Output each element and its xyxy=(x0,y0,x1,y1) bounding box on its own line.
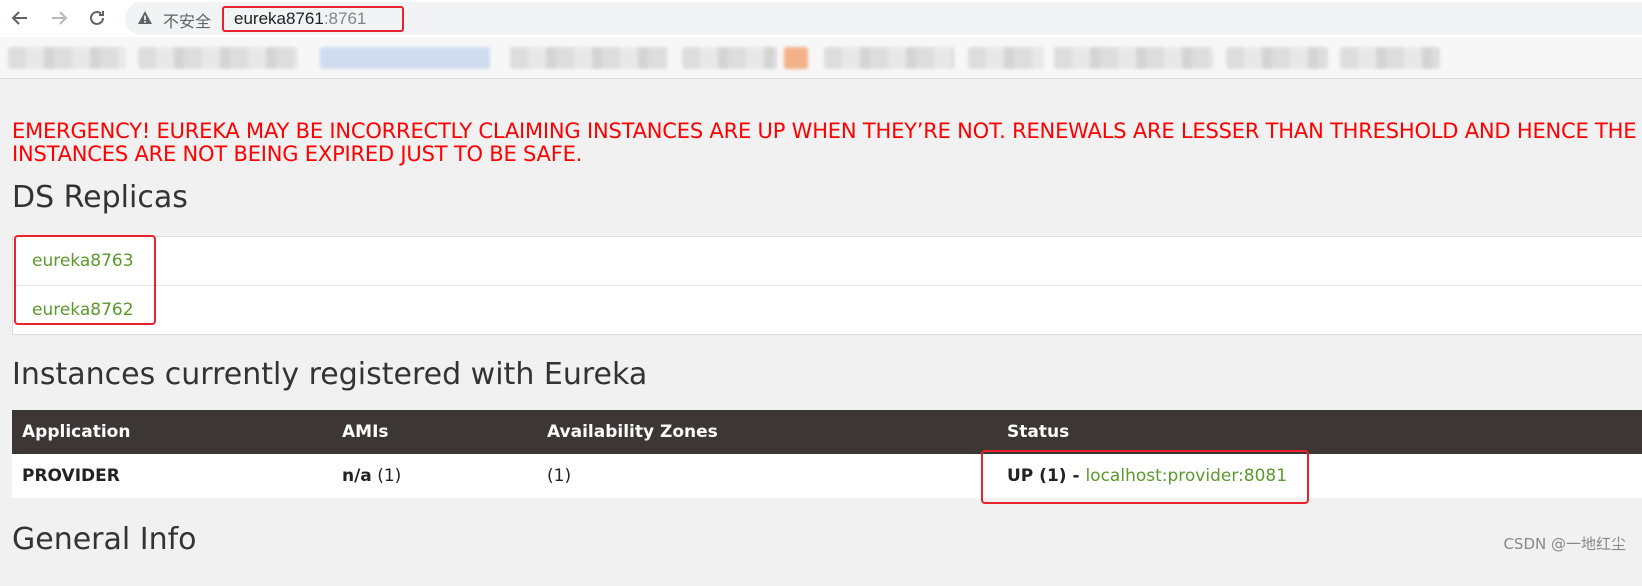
browser-toolbar: 不安全 eureka8761:8761 xyxy=(0,0,1642,37)
column-header-application: Application xyxy=(12,410,332,454)
bookmark-item-blurred[interactable] xyxy=(1226,47,1328,69)
bookmarks-bar xyxy=(0,37,1642,79)
emergency-line-2: INSTANCES ARE NOT BEING EXPIRED JUST TO … xyxy=(12,142,583,166)
reload-button[interactable] xyxy=(85,6,109,30)
reload-icon xyxy=(90,10,104,25)
column-header-zones: Availability Zones xyxy=(537,410,997,454)
amis-value: n/a xyxy=(342,466,372,486)
bookmark-item-blurred[interactable] xyxy=(682,47,777,69)
url-port: :8761 xyxy=(323,9,367,28)
replicas-list: eureka8763 eureka8762 xyxy=(12,236,1642,335)
instances-heading: Instances currently registered with Eure… xyxy=(12,357,648,392)
arrow-left-icon xyxy=(11,11,27,25)
bookmark-item-blurred[interactable] xyxy=(8,47,126,69)
ds-replicas-heading: DS Replicas xyxy=(12,180,188,215)
table-header-row: Application AMIs Availability Zones Stat… xyxy=(12,410,1642,454)
table-row: PROVIDER n/a (1) (1) UP (1) - localhost:… xyxy=(12,454,1642,498)
bookmark-item-blurred[interactable] xyxy=(138,47,298,69)
bookmark-icon-blurred[interactable] xyxy=(784,47,808,69)
bookmark-item-blurred[interactable] xyxy=(824,47,954,69)
bookmark-item-blurred[interactable] xyxy=(320,47,490,69)
forward-button[interactable] xyxy=(47,6,71,30)
watermark: CSDN @一地红尘 xyxy=(1503,535,1626,553)
url-host: eureka8761 xyxy=(234,9,324,28)
bookmark-item-blurred[interactable] xyxy=(1054,47,1214,69)
cell-amis: n/a (1) xyxy=(332,454,537,498)
list-item: eureka8762 xyxy=(13,286,1642,334)
status-highlight-box xyxy=(981,450,1309,504)
bookmark-item-blurred[interactable] xyxy=(1340,47,1440,69)
emergency-warning: EMERGENCY! EUREKA MAY BE INCORRECTLY CLA… xyxy=(12,120,1642,166)
emergency-line-1: EMERGENCY! EUREKA MAY BE INCORRECTLY CLA… xyxy=(12,119,1637,143)
column-header-amis: AMIs xyxy=(332,410,537,454)
bookmark-item-blurred[interactable] xyxy=(510,47,668,69)
cell-zones: (1) xyxy=(537,454,997,498)
arrow-right-icon xyxy=(52,11,68,25)
replicas-highlight-box xyxy=(14,235,156,325)
url-text[interactable]: eureka8761:8761 xyxy=(234,9,366,29)
security-label[interactable]: 不安全 xyxy=(163,8,211,32)
general-info-heading: General Info xyxy=(12,522,197,557)
back-button[interactable] xyxy=(8,6,32,30)
instances-table: Application AMIs Availability Zones Stat… xyxy=(12,410,1642,498)
cell-application: PROVIDER xyxy=(12,454,332,498)
application-name: PROVIDER xyxy=(22,466,120,486)
warning-triangle-icon xyxy=(138,11,152,24)
list-item: eureka8763 xyxy=(13,237,1642,286)
column-header-status: Status xyxy=(997,410,1642,454)
amis-count: (1) xyxy=(371,466,402,486)
bookmark-item-blurred[interactable] xyxy=(968,47,1044,69)
